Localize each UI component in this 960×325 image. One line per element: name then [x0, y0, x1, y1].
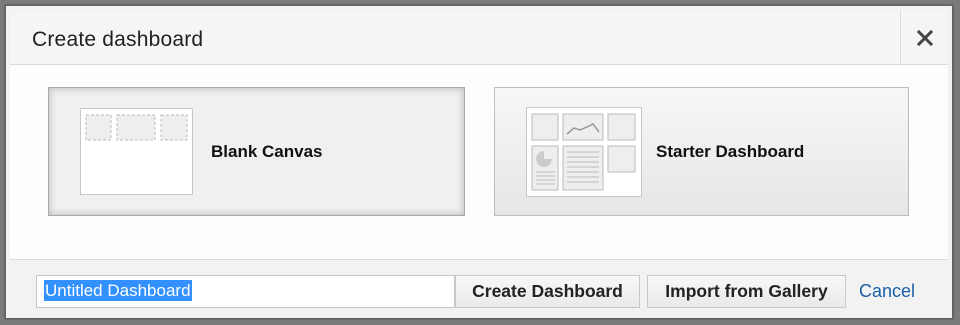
- dialog-footer: Untitled Dashboard Create Dashboard Impo…: [10, 259, 948, 316]
- blank-canvas-thumbnail-icon: [80, 108, 193, 195]
- dialog-header: Create dashboard: [10, 10, 948, 65]
- starter-dashboard-label: Starter Dashboard: [656, 142, 805, 161]
- import-from-gallery-button[interactable]: Import from Gallery: [647, 275, 846, 308]
- starter-dashboard-thumbnail-icon: [526, 107, 642, 197]
- close-icon: [916, 29, 933, 46]
- template-options: Blank Canvas Starter Dashboard: [10, 65, 948, 259]
- starter-dashboard-option[interactable]: Starter Dashboard: [494, 87, 909, 216]
- dashboard-name-input[interactable]: [36, 275, 455, 308]
- blank-canvas-label: Blank Canvas: [211, 142, 323, 161]
- create-dashboard-dialog: Create dashboard Blank Canvas Starter Da…: [5, 5, 953, 319]
- close-button[interactable]: [900, 10, 948, 65]
- dialog-title: Create dashboard: [32, 28, 204, 51]
- blank-canvas-option[interactable]: Blank Canvas: [48, 87, 465, 216]
- create-dashboard-button[interactable]: Create Dashboard: [455, 275, 640, 308]
- cancel-link[interactable]: Cancel: [859, 281, 915, 302]
